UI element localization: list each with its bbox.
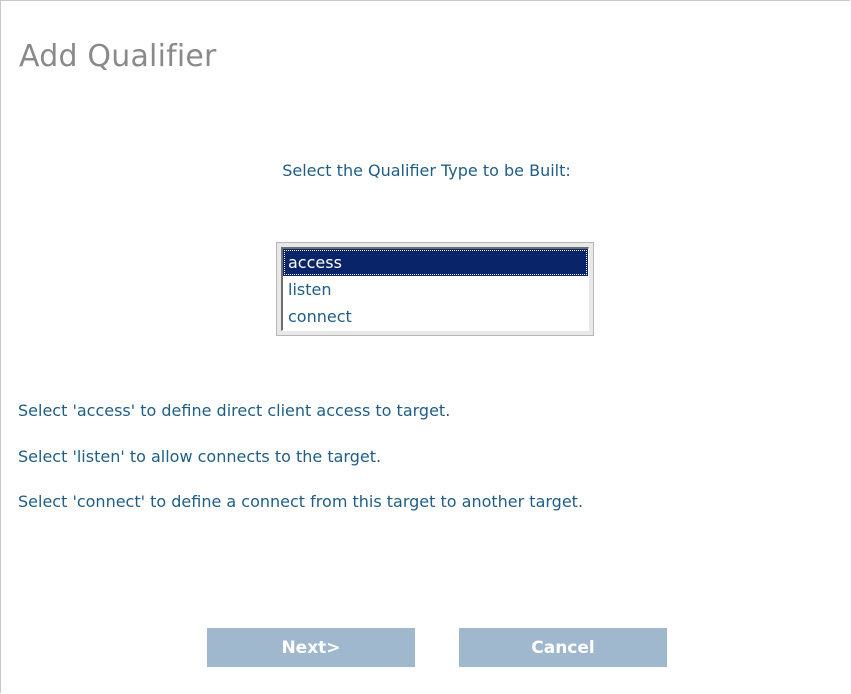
qualifier-option-connect[interactable]: connect: [283, 303, 588, 330]
qualifier-option-listen[interactable]: listen: [283, 276, 588, 303]
qualifier-type-listbox[interactable]: access listen connect: [276, 242, 594, 336]
dialog-frame: Add Qualifier Select the Qualifier Type …: [0, 0, 850, 693]
page-title: Add Qualifier: [19, 39, 217, 74]
qualifier-type-listbox-inner: access listen connect: [281, 247, 589, 331]
qualifier-option-access[interactable]: access: [283, 249, 588, 276]
cancel-button[interactable]: Cancel: [459, 628, 667, 667]
qualifier-type-prompt: Select the Qualifier Type to be Built:: [282, 161, 571, 180]
help-text-connect: Select 'connect' to define a connect fro…: [18, 492, 584, 511]
help-text-access: Select 'access' to define direct client …: [18, 401, 451, 420]
help-text-listen: Select 'listen' to allow connects to the…: [18, 447, 382, 466]
next-button[interactable]: Next>: [207, 628, 415, 667]
